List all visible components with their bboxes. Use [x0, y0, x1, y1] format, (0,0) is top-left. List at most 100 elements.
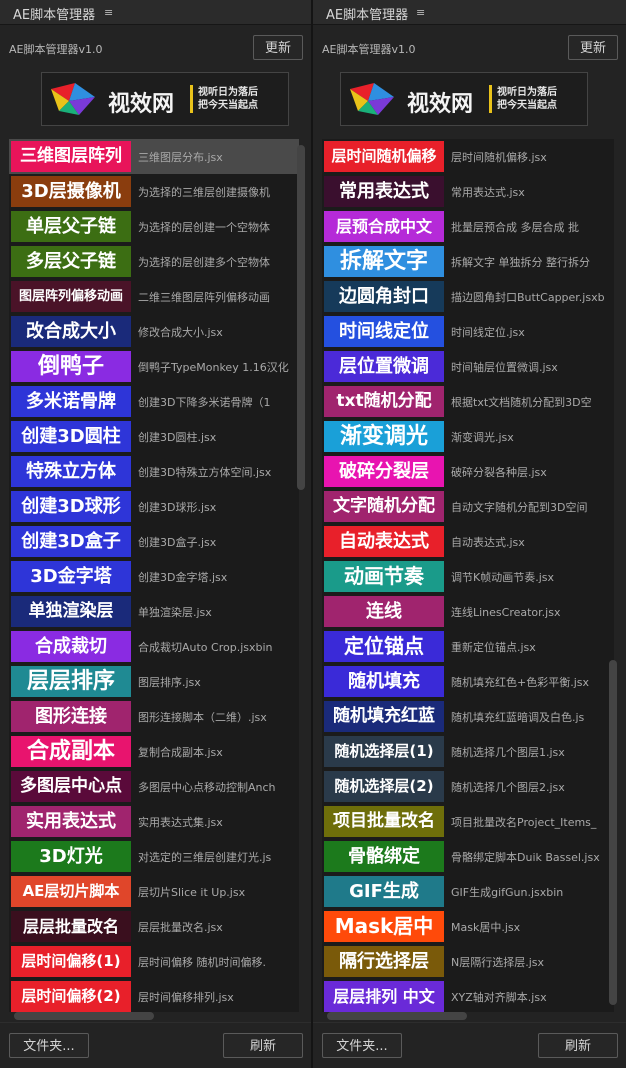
horizontal-scrollbar[interactable] [14, 1012, 154, 1020]
script-button[interactable]: 3D层摄像机 [11, 176, 131, 207]
script-button[interactable]: 时间线定位 [324, 316, 444, 347]
script-row[interactable]: AE层切片脚本 层切片Slice it Up.jsx [9, 874, 299, 909]
script-row[interactable]: 创建3D球形 创建3D球形.jsx [9, 489, 299, 524]
script-button[interactable]: 3D灯光 [11, 841, 131, 872]
script-button[interactable]: 多图层中心点 [11, 771, 131, 802]
script-row[interactable]: 合成副本 复制合成副本.jsx [9, 734, 299, 769]
script-row[interactable]: 3D灯光 对选定的三维层创建灯光.js [9, 839, 299, 874]
script-row[interactable]: 层时间偏移(1) 层时间偏移 随机时间偏移. [9, 944, 299, 979]
script-button[interactable]: 合成裁切 [11, 631, 131, 662]
script-row[interactable]: 多米诺骨牌 创建3D下降多米诺骨牌（1 [9, 384, 299, 419]
script-row[interactable]: 拆解文字 拆解文字 单独拆分 整行拆分 [322, 244, 614, 279]
script-button[interactable]: 改合成大小 [11, 316, 131, 347]
script-row[interactable]: 项目批量改名 项目批量改名Project_Items_ [322, 804, 614, 839]
vertical-scrollbar[interactable] [609, 660, 617, 1005]
script-button[interactable]: 创建3D圆柱 [11, 421, 131, 452]
script-row[interactable]: 三维图层阵列 三维图层分布.jsx [9, 139, 299, 174]
refresh-button[interactable]: 刷新 [538, 1033, 618, 1058]
script-button[interactable]: 破碎分裂层 [324, 456, 444, 487]
script-row[interactable]: 创建3D盒子 创建3D盒子.jsx [9, 524, 299, 559]
folder-button[interactable]: 文件夹... [9, 1033, 89, 1058]
script-row[interactable]: 3D金字塔 创建3D金字塔.jsx [9, 559, 299, 594]
script-row[interactable]: 多层父子链 为选择的层创建多个空物体 [9, 244, 299, 279]
script-button[interactable]: 隔行选择层 [324, 946, 444, 977]
panel-menu-icon[interactable]: ≡ [416, 6, 425, 19]
script-button[interactable]: 文字随机分配 [324, 491, 444, 522]
script-row[interactable]: 自动表达式 自动表达式.jsx [322, 524, 614, 559]
script-row[interactable]: 实用表达式 实用表达式集.jsx [9, 804, 299, 839]
script-button[interactable]: 三维图层阵列 [11, 141, 131, 172]
script-button[interactable]: 层时间偏移(2) [11, 981, 131, 1012]
script-row[interactable]: 随机选择层(1) 随机选择几个图层1.jsx [322, 734, 614, 769]
script-button[interactable]: 拆解文字 [324, 246, 444, 277]
script-list[interactable]: 层时间随机偏移 层时间随机偏移.jsx 常用表达式 常用表达式.jsx 层预合成中文 批量… [322, 139, 614, 1012]
horizontal-scrollbar[interactable] [327, 1012, 467, 1020]
script-row[interactable]: 特殊立方体 创建3D特殊立方体空间.jsx [9, 454, 299, 489]
script-row[interactable]: 隔行选择层 N层隔行选择层.jsx [322, 944, 614, 979]
script-row[interactable]: 连线 连线LinesCreator.jsx [322, 594, 614, 629]
script-row[interactable]: Mask居中 Mask居中.jsx [322, 909, 614, 944]
script-row[interactable]: 图形连接 图形连接脚本（二维）.jsx [9, 699, 299, 734]
script-button[interactable]: 项目批量改名 [324, 806, 444, 837]
script-button[interactable]: 层层排列 中文 [324, 981, 444, 1012]
script-list[interactable]: 三维图层阵列 三维图层分布.jsx 3D层摄像机 为选择的三维层创建摄像机 单层父子链为… [9, 139, 299, 1012]
script-button[interactable]: 渐变调光 [324, 421, 444, 452]
script-row[interactable]: 单独渲染层 单独渲染层.jsx [9, 594, 299, 629]
script-row[interactable]: 破碎分裂层 破碎分裂各种层.jsx [322, 454, 614, 489]
update-button[interactable]: 更新 [253, 35, 303, 60]
script-row[interactable]: 层时间随机偏移 层时间随机偏移.jsx [322, 139, 614, 174]
script-row[interactable]: GIF生成 GIF生成gifGun.jsxbin [322, 874, 614, 909]
panel-tab-title[interactable]: AE脚本管理器 [326, 4, 408, 23]
script-button[interactable]: 倒鸭子 [11, 351, 131, 382]
panel-menu-icon[interactable]: ≡ [104, 6, 113, 19]
script-row[interactable]: 时间线定位 时间线定位.jsx [322, 314, 614, 349]
script-button[interactable]: AE层切片脚本 [11, 876, 131, 907]
script-button[interactable]: 创建3D球形 [11, 491, 131, 522]
script-row[interactable]: 渐变调光 渐变调光.jsx [322, 419, 614, 454]
script-button[interactable]: 层层排序 [11, 666, 131, 697]
script-row[interactable]: 动画节奏 调节K帧动画节奏.jsx [322, 559, 614, 594]
script-button[interactable]: 层位置微调 [324, 351, 444, 382]
script-row[interactable]: 3D层摄像机 为选择的三维层创建摄像机 [9, 174, 299, 209]
script-row[interactable]: 合成裁切 合成裁切Auto Crop.jsxbin [9, 629, 299, 664]
script-button[interactable]: 动画节奏 [324, 561, 444, 592]
script-button[interactable]: 自动表达式 [324, 526, 444, 557]
script-button[interactable]: 随机选择层(2) [324, 771, 444, 802]
folder-button[interactable]: 文件夹... [322, 1033, 402, 1058]
script-button[interactable]: 层时间随机偏移 [324, 141, 444, 172]
refresh-button[interactable]: 刷新 [223, 1033, 303, 1058]
script-button[interactable]: 随机填充 [324, 666, 444, 697]
script-row[interactable]: 改合成大小 修改合成大小.jsx [9, 314, 299, 349]
script-row[interactable]: 常用表达式 常用表达式.jsx [322, 174, 614, 209]
script-button[interactable]: 图层阵列偏移动画 [11, 281, 131, 312]
script-button[interactable]: 定位锚点 [324, 631, 444, 662]
update-button[interactable]: 更新 [568, 35, 618, 60]
script-row[interactable]: 文字随机分配 自动文字随机分配到3D空间 [322, 489, 614, 524]
script-button[interactable]: 边圆角封口 [324, 281, 444, 312]
script-row[interactable]: 随机选择层(2) 随机选择几个图层2.jsx [322, 769, 614, 804]
script-button[interactable]: GIF生成 [324, 876, 444, 907]
script-row[interactable]: 倒鸭子 倒鸭子TypeMonkey 1.16汉化 [9, 349, 299, 384]
script-button[interactable]: 多层父子链 [11, 246, 131, 277]
script-row[interactable]: 层时间偏移(2) 层时间偏移排列.jsx [9, 979, 299, 1012]
script-button[interactable]: 随机填充红蓝 [324, 701, 444, 732]
script-row[interactable]: txt随机分配 根据txt文档随机分配到3D空 [322, 384, 614, 419]
script-row[interactable]: 骨骼绑定 骨骼绑定脚本Duik Bassel.jsx [322, 839, 614, 874]
script-button[interactable]: 图形连接 [11, 701, 131, 732]
vertical-scrollbar[interactable] [297, 145, 305, 490]
script-row[interactable]: 层预合成中文 批量层预合成 多层合成 批 [322, 209, 614, 244]
script-row[interactable]: 单层父子链 为选择的层创建一个空物体 [9, 209, 299, 244]
script-row[interactable]: 边圆角封口 描边圆角封口ButtCapper.jsxb [322, 279, 614, 314]
script-button[interactable]: 合成副本 [11, 736, 131, 767]
script-button[interactable]: 多米诺骨牌 [11, 386, 131, 417]
script-row[interactable]: 层层批量改名 层层批量改名.jsx [9, 909, 299, 944]
script-row[interactable]: 随机填充红蓝 随机填充红蓝暗调及白色.js [322, 699, 614, 734]
script-row[interactable]: 创建3D圆柱 创建3D圆柱.jsx [9, 419, 299, 454]
script-button[interactable]: 单独渲染层 [11, 596, 131, 627]
script-row[interactable]: 随机填充 随机填充红色+色彩平衡.jsx [322, 664, 614, 699]
script-button[interactable]: 实用表达式 [11, 806, 131, 837]
script-button[interactable]: 骨骼绑定 [324, 841, 444, 872]
script-button[interactable]: 层预合成中文 [324, 211, 444, 242]
script-button[interactable]: 常用表达式 [324, 176, 444, 207]
script-button[interactable]: 3D金字塔 [11, 561, 131, 592]
